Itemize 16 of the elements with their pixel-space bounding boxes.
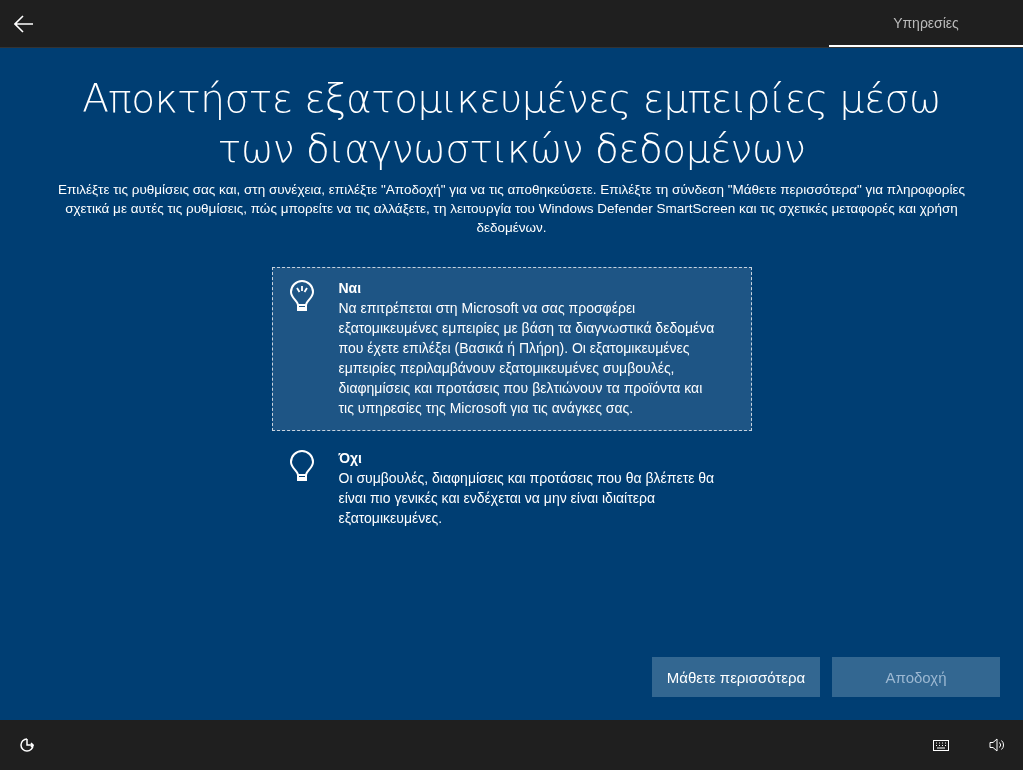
back-arrow-icon bbox=[14, 14, 34, 33]
learn-more-button[interactable]: Μάθετε περισσότερα bbox=[652, 657, 820, 697]
section-tab[interactable]: Υπηρεσίες bbox=[829, 0, 1023, 47]
speaker-icon[interactable] bbox=[989, 738, 1005, 752]
option-description: Να επιτρέπεται στη Microsoft να σας προσφέρει εξατομικευμένες εμπειρίες με βάση τα διαγνωστικά δεδομένα που έχετε επιλέξει (Βασικά ή Πλήρη). Οι εξατομικευμένες εμπειρίες περιλαμβάνουν εξατομικευμένες συμβουλές, διαφημίσεις και προτάσεις που βελτιώνουν τα προϊόντα και τις υπηρεσίες της Microsoft για τις ανάγκες σας. bbox=[338, 299, 716, 418]
page-title: Αποκτήστε εξατομικευμένες εμπειρίες μέσω των διαγνωστικών δεδομένων bbox=[81, 75, 942, 173]
option-item[interactable] bbox=[271, 267, 752, 431]
accessibility-icon[interactable] bbox=[18, 736, 36, 754]
keyboard-icon[interactable] bbox=[933, 739, 949, 751]
lightbulb-icon bbox=[288, 450, 315, 484]
option-item[interactable]: Όχι Οι συμβουλές, διαφημίσεις και προτάσεις που θα βλέπετε θα είναι πιο γενικές και ενδέχεται να μην είναι ιδιαίτερα εξατομικευμένες. bbox=[271, 437, 752, 541]
option-title: Ναι bbox=[338, 279, 363, 298]
lightbulb-rays-icon bbox=[288, 280, 315, 314]
description-text: Επιλέξτε τις ρυθμίσεις σας και, στη συνέχεια, επιλέξτε "Αποδοχή" για να τις αποθηκεύσετε. Επιλέξτε τη σύνδεση "Μάθετε περισσότερα" για πληροφορίες σχετικά με αυτές τις ρυθμίσεις, πώς μπορείτε να τις αλλάξετε, τη λειτουργία του Windows Defender SmartScreen και τις σχετικές μεταφορές και χρήση δεδομένων. bbox=[56, 181, 967, 237]
option-description: Οι συμβουλές, διαφημίσεις και προτάσεις που θα βλέπετε θα είναι πιο γενικές και ενδέχεται να μην είναι ιδιαίτερα εξατομικευμένες. bbox=[338, 469, 716, 528]
option-title: Όχι bbox=[338, 449, 363, 468]
